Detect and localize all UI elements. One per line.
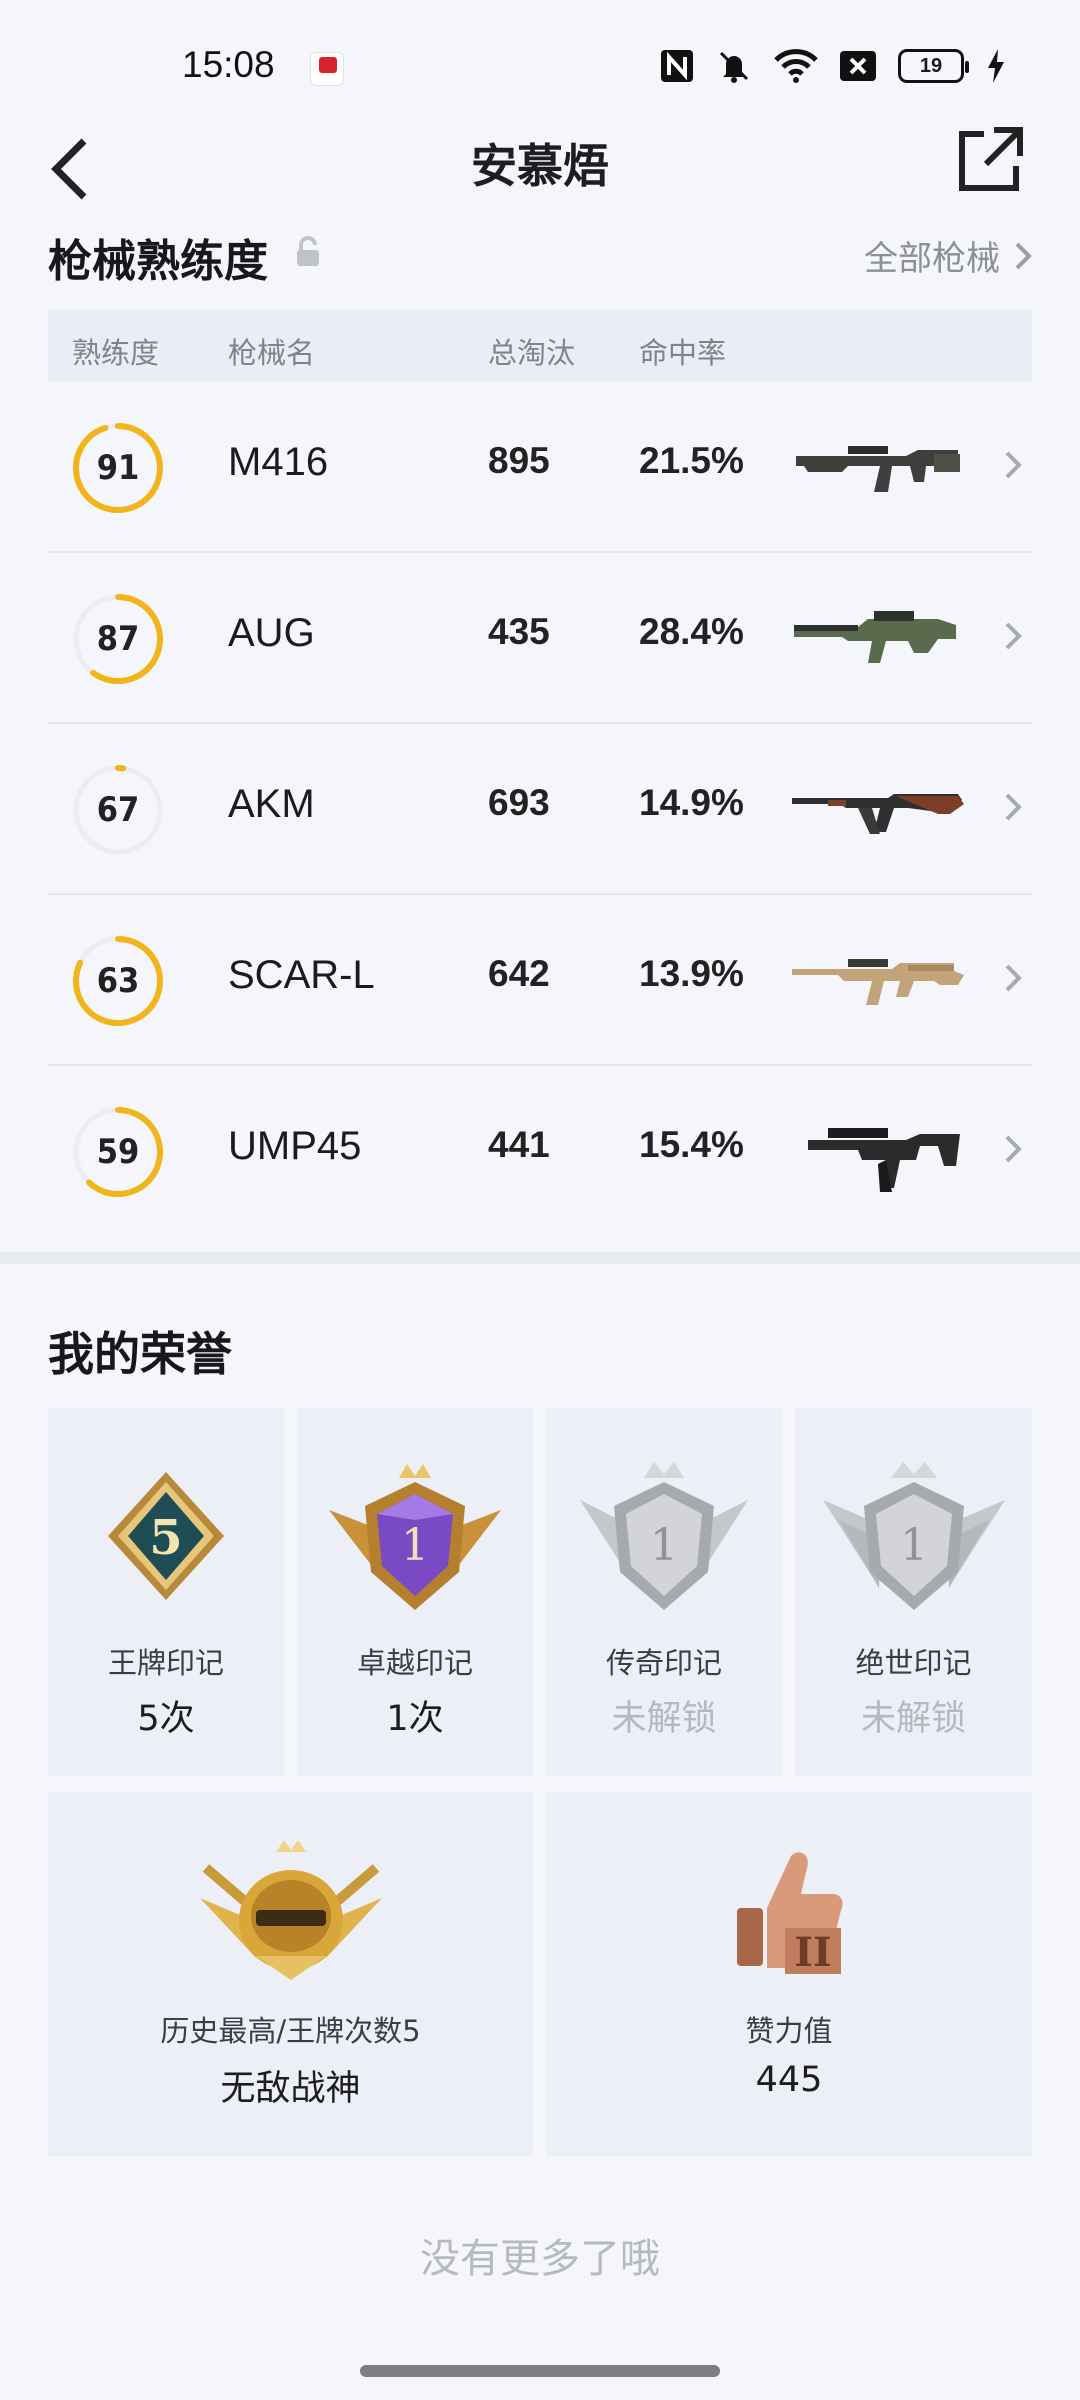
highest-tier-value: 无敌战神 <box>220 2069 361 2109</box>
chevron-right-icon <box>1005 451 1022 479</box>
weapon-hit-rate: 13.9% <box>639 953 744 994</box>
excellence-mark-icon: 1 <box>325 1460 505 1624</box>
column-weapon-name: 枪械名 <box>228 336 316 370</box>
weapon-hit-rate: 21.5% <box>639 440 744 481</box>
weapon-row[interactable]: 63 SCAR-L 642 13.9% <box>48 895 1032 1066</box>
rifle-aug-icon <box>794 611 956 663</box>
column-proficiency: 熟练度 <box>72 336 160 370</box>
notification-app-icon <box>310 52 344 86</box>
weapon-hit-rate: 15.4% <box>639 1124 744 1165</box>
weapon-kills: 435 <box>488 611 550 652</box>
weapon-row[interactable]: 59 UMP45 441 15.4% <box>48 1066 1032 1237</box>
honor-card-peerless[interactable]: 1 绝世印记 未解锁 <box>795 1408 1032 1776</box>
weapon-name: M416 <box>228 440 329 484</box>
section-divider <box>0 1252 1080 1264</box>
likes-value: 445 <box>755 2060 823 2100</box>
weapon-kills: 895 <box>488 440 550 481</box>
legend-mark-value: 未解锁 <box>611 1699 717 1739</box>
all-weapons-link[interactable]: 全部枪械 <box>864 231 1032 280</box>
peerless-mark-value: 未解锁 <box>860 1699 966 1739</box>
chevron-right-icon <box>1005 622 1022 650</box>
home-indicator[interactable] <box>360 2365 720 2377</box>
ace-mark-number: 5 <box>149 1510 182 1566</box>
weapon-name: AUG <box>228 611 315 655</box>
proficiency-value: 91 <box>96 448 140 488</box>
honor-card-legend[interactable]: 1 传奇印记 未解锁 <box>546 1408 782 1776</box>
peerless-mark-icon: 1 <box>819 1460 1009 1624</box>
column-total-kills: 总淘汰 <box>488 336 576 370</box>
proficiency-value: 59 <box>96 1132 140 1172</box>
chevron-right-icon <box>1015 242 1032 269</box>
chevron-right-icon <box>1005 964 1022 992</box>
peerless-mark-label: 绝世印记 <box>855 1646 972 1680</box>
share-icon[interactable] <box>954 122 1028 196</box>
weapon-row[interactable]: 67 AKM 693 14.9% <box>48 724 1032 895</box>
svg-text:II: II <box>794 1929 831 1976</box>
battery-level: 19 <box>898 49 969 83</box>
legend-mark-label: 传奇印记 <box>605 1646 722 1680</box>
excellence-mark-number: 1 <box>401 1520 429 1571</box>
sim-off-icon <box>840 48 876 84</box>
battery-icon: 19 <box>898 48 969 84</box>
weapon-hit-rate: 28.4% <box>639 611 744 652</box>
weapon-hit-rate: 14.9% <box>639 782 744 823</box>
wifi-icon <box>774 48 818 84</box>
no-more-text: 没有更多了哦 <box>420 2236 660 2282</box>
chevron-right-icon <box>1005 1135 1022 1163</box>
conqueror-tier-icon <box>196 1838 386 1992</box>
excellence-mark-label: 卓越印记 <box>356 1646 473 1680</box>
ace-mark-icon: 5 <box>104 1468 228 1608</box>
weapon-proficiency-header: 枪械熟练度 全部枪械 <box>48 225 1032 295</box>
rifle-akm-icon <box>792 794 964 834</box>
weapon-rows: 91 M416 895 21.5% 87 AUG 435 28.4% 67 AKM 693 14.9%… <box>48 382 1032 1237</box>
honor-card-excellence[interactable]: 1 卓越印记 1次 <box>297 1408 533 1776</box>
unlock-icon[interactable] <box>295 236 321 272</box>
proficiency-value: 63 <box>96 961 140 1001</box>
page-title: 安慕焐 <box>471 139 609 193</box>
ace-mark-label: 王牌印记 <box>107 1646 224 1680</box>
highest-tier-label: 历史最高/王牌次数5 <box>160 2014 421 2048</box>
weapon-kills: 441 <box>488 1124 550 1165</box>
charging-icon <box>986 48 1006 84</box>
rifle-scar-icon <box>792 959 964 1005</box>
honor-card-likes[interactable]: II 赞力值 445 <box>546 1792 1032 2156</box>
status-time: 15:08 <box>182 44 275 85</box>
status-icons: 19 <box>660 46 1006 86</box>
nfc-icon <box>660 48 694 84</box>
weapon-row[interactable]: 87 AUG 435 28.4% <box>48 553 1032 724</box>
column-hit-rate: 命中率 <box>639 336 727 370</box>
thumbs-up-icon: II <box>729 1842 849 1986</box>
section-title-weapons: 枪械熟练度 <box>48 236 268 287</box>
weapon-name: AKM <box>228 782 315 826</box>
weapon-table: 熟练度 枪械名 总淘汰 命中率 91 M416 895 21.5% 87 AUG 435 28… <box>48 310 1032 1237</box>
weapon-row[interactable]: 91 M416 895 21.5% <box>48 382 1032 553</box>
ace-mark-value: 5次 <box>137 1699 195 1739</box>
weapon-name: SCAR-L <box>228 953 375 997</box>
honor-card-highest-tier[interactable]: 历史最高/王牌次数5 无敌战神 <box>48 1792 533 2156</box>
all-weapons-label: 全部枪械 <box>864 239 1000 279</box>
weapon-name: UMP45 <box>228 1124 362 1168</box>
proficiency-value: 87 <box>96 619 140 659</box>
excellence-mark-value: 1次 <box>386 1699 444 1739</box>
likes-label: 赞力值 <box>745 2014 833 2048</box>
legend-mark-number: 1 <box>650 1520 678 1571</box>
mute-icon <box>716 48 752 84</box>
table-header: 熟练度 枪械名 总淘汰 命中率 <box>48 310 1032 382</box>
chevron-right-icon <box>1005 793 1022 821</box>
legend-mark-icon: 1 <box>574 1460 754 1624</box>
weapon-kills: 693 <box>488 782 550 823</box>
rifle-m416-icon <box>796 446 960 492</box>
weapon-kills: 642 <box>488 953 550 994</box>
section-title-honors: 我的荣誉 <box>48 1327 232 1381</box>
peerless-mark-number: 1 <box>900 1520 928 1571</box>
smg-ump45-icon <box>808 1128 960 1192</box>
honor-card-ace[interactable]: 5 王牌印记 5次 <box>48 1408 284 1776</box>
proficiency-value: 67 <box>96 790 140 830</box>
